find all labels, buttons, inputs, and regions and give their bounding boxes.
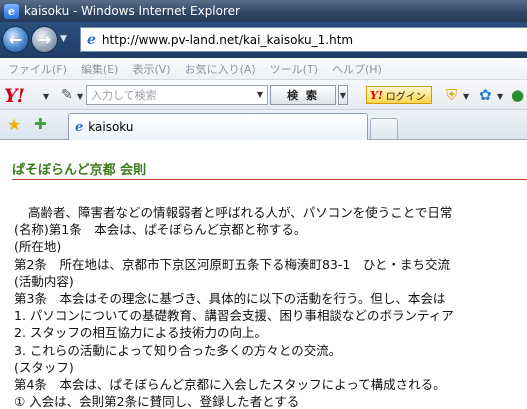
window-title: kaisoku - Windows Internet Explorer — [24, 4, 240, 18]
address-row: ← → ▼ e http://www.pv-land.net/kai_kaiso… — [0, 22, 527, 58]
back-button[interactable]: ← — [2, 26, 29, 53]
body-line: ① 入会は、会則第2条に賛同し、登録した者とする — [14, 394, 300, 409]
menu-help[interactable]: ヘルプ(H) — [325, 61, 389, 77]
ie-page-icon: e — [87, 31, 96, 48]
yahoo-search-options-dropdown[interactable]: ▼ — [338, 85, 348, 105]
body-line: 第2条 所在地は、京都市下京区河原町五条下る梅湊町83-1 ひと・まち交流 — [14, 256, 450, 272]
yahoo-search-input[interactable]: 入力して検索 ▼ — [86, 85, 268, 105]
yahoo-search-button[interactable]: 検 索 — [270, 85, 336, 105]
tab-ie-icon: e — [75, 119, 84, 135]
title-divider — [12, 179, 527, 180]
menu-tools[interactable]: ツール(T) — [263, 61, 325, 77]
menu-file[interactable]: ファイル(F) — [0, 61, 74, 77]
body-line: 第3条 本会はその理念に基づき、具体的に以下の活動を行う。但し、本会は — [14, 291, 446, 307]
security-shield-icon[interactable]: ⛨ — [446, 86, 457, 104]
page-content: ぱそぼらんど京都 会則 高齢者、障害者などの情報弱者と呼ばれる人が、パソコンを使… — [0, 141, 527, 409]
body-line: 2. スタッフの相互協力による技術力の向上。 — [14, 325, 268, 341]
address-url: http://www.pv-land.net/kai_kaisoku_1.htm — [101, 32, 354, 47]
forward-button[interactable]: → — [31, 26, 58, 53]
menu-favorites[interactable]: お気に入り(A) — [178, 61, 263, 77]
body-line: (スタッフ) — [14, 359, 74, 375]
yahoo-login-button[interactable]: Y! ログイン — [366, 86, 432, 104]
recent-pages-dropdown[interactable]: ▼ — [60, 34, 67, 44]
menu-view[interactable]: 表示(V) — [125, 61, 177, 77]
body-line: 第4条 本会は、ぱそぼらんど京都に入会したスタッフによって構成される。 — [14, 377, 446, 393]
yahoo-search-placeholder: 入力して検索 — [91, 89, 157, 102]
body-line: 1. パソコンについての基礎教育、講習会支援、困り事相談などのボランティア — [14, 308, 454, 324]
body-line: (活動内容) — [14, 273, 74, 289]
page-body: 高齢者、障害者などの情報弱者と呼ばれる人が、パソコンを使うことで日常 (名称)第… — [14, 204, 527, 409]
pencil-dropdown[interactable]: ▼ — [77, 92, 83, 101]
toolbar-extra-icon[interactable]: ● — [511, 86, 524, 104]
title-bar: e kaisoku - Windows Internet Explorer — [0, 0, 527, 22]
body-line: (名称)第1条 本会は、ぱそぼらんど京都と称する。 — [14, 222, 307, 238]
tab-label: kaisoku — [88, 120, 134, 134]
address-field[interactable]: e http://www.pv-land.net/kai_kaisoku_1.h… — [80, 27, 527, 52]
back-arrow-icon: ← — [8, 30, 23, 49]
body-line: 3. これらの活動によって知り合った多くの方々との交流。 — [14, 342, 342, 358]
tab-bar: ★ ✚ e kaisoku — [0, 110, 527, 140]
translate-dropdown[interactable]: ▼ — [497, 92, 503, 101]
new-tab-button[interactable] — [370, 118, 398, 139]
translate-icon[interactable]: ✿ — [479, 86, 492, 104]
body-line: 高齢者、障害者などの情報弱者と呼ばれる人が、パソコンを使うことで日常 — [28, 205, 453, 220]
yahoo-toolbar: Y! ▼ ✎ ▼ 入力して検索 ▼ 検 索 ▼ Y! ログイン ⛨ ▼ ✿ ▼ … — [0, 80, 527, 110]
yahoo-logo-dropdown[interactable]: ▼ — [43, 92, 49, 101]
chevron-down-icon[interactable]: ▼ — [257, 90, 263, 99]
shield-dropdown[interactable]: ▼ — [463, 92, 469, 101]
body-line: (所在地) — [14, 239, 62, 255]
page-title: ぱそぼらんど京都 会則 — [12, 163, 147, 178]
yahoo-login-logo: Y! — [370, 88, 383, 102]
ie-app-icon: e — [4, 3, 19, 19]
favorites-star-icon[interactable]: ★ — [7, 115, 21, 134]
add-favorites-icon[interactable]: ✚ — [34, 115, 47, 133]
yahoo-login-label: ログイン — [385, 91, 426, 103]
menu-bar: ファイル(F) 編集(E) 表示(V) お気に入り(A) ツール(T) ヘルプ(… — [0, 58, 527, 80]
yahoo-logo-button[interactable]: Y! — [4, 85, 25, 107]
forward-arrow-icon: → — [37, 30, 52, 49]
menu-edit[interactable]: 編集(E) — [74, 61, 126, 77]
pencil-icon[interactable]: ✎ — [61, 87, 73, 103]
tab-kaisoku[interactable]: e kaisoku — [68, 113, 368, 140]
